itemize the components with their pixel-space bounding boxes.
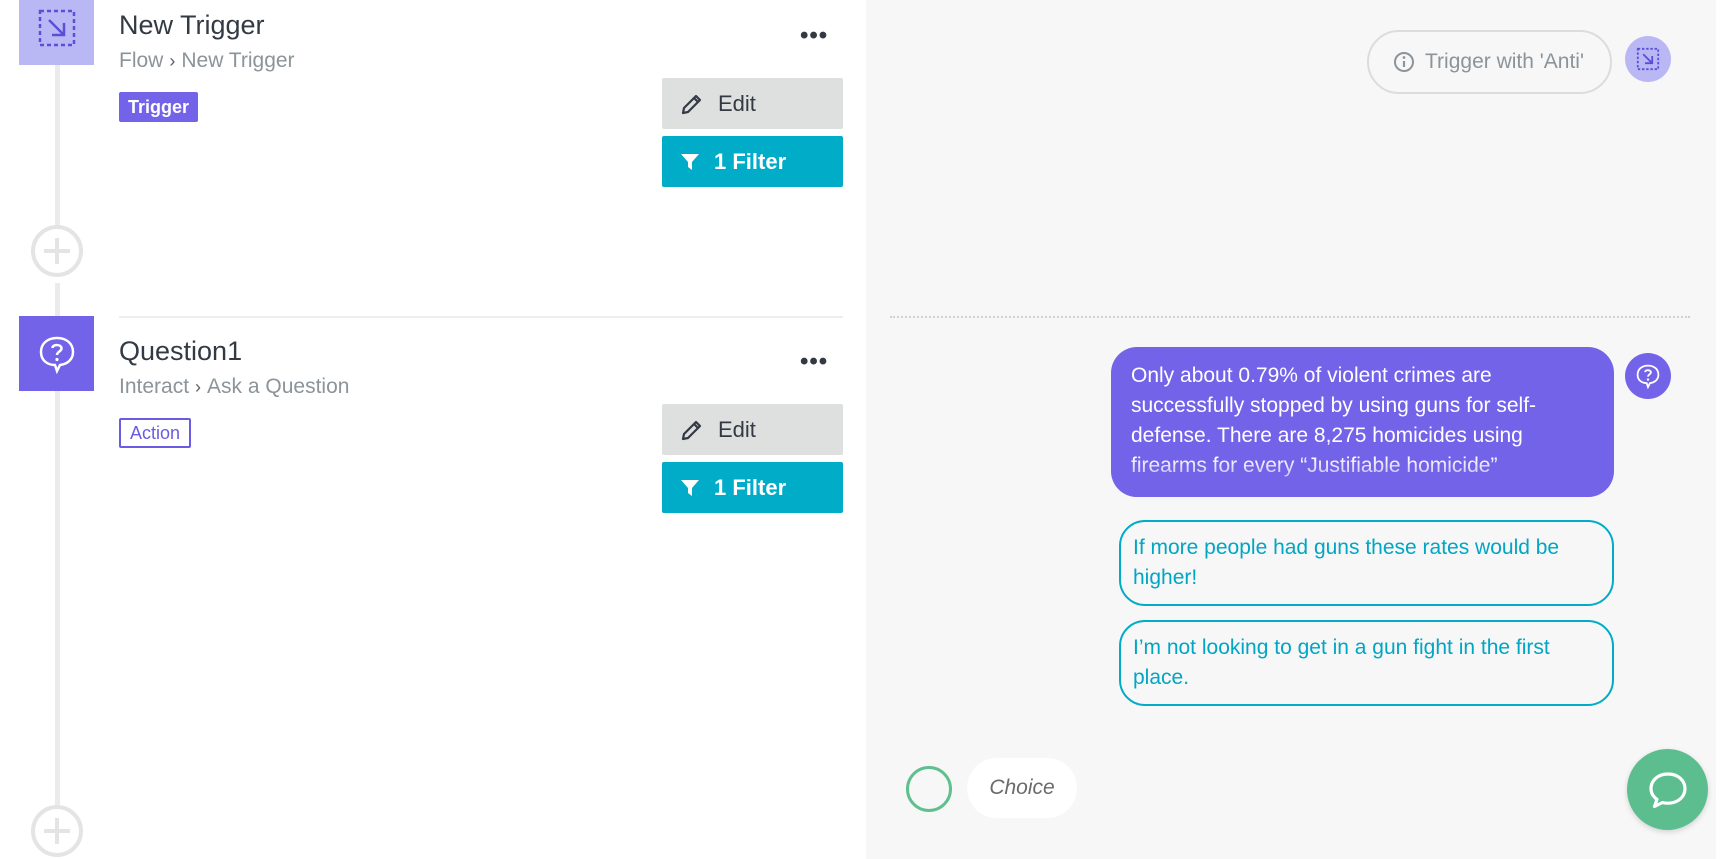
breadcrumb-item: Ask a Question [207, 375, 350, 398]
edit-button[interactable]: Edit [662, 404, 843, 455]
filter-label: 1 Filter [714, 148, 787, 174]
more-options-button[interactable]: ••• [800, 22, 828, 50]
trigger-pill: Trigger with 'Anti' [1367, 30, 1612, 94]
step-title: Question1 [119, 336, 243, 366]
info-icon [1394, 52, 1414, 72]
breadcrumb-item[interactable]: Interact [119, 375, 189, 399]
add-step-icon[interactable] [29, 803, 85, 859]
edit-label: Edit [718, 416, 756, 442]
step-type-badge: Action [119, 418, 192, 448]
add-step-icon[interactable] [29, 223, 85, 279]
breadcrumb-item: New Trigger [181, 49, 295, 72]
filter-button[interactable]: 1 Filter [662, 462, 843, 513]
step-divider [119, 316, 843, 318]
trigger-avatar-icon [1625, 36, 1671, 82]
trigger-pill-label: Trigger with 'Anti' [1425, 50, 1584, 73]
filter-button[interactable]: 1 Filter [662, 136, 843, 187]
scrollbar[interactable] [1716, 0, 1731, 859]
chevron-right-icon: › [195, 376, 202, 397]
breadcrumb: Flow › New Trigger [119, 49, 295, 73]
edit-button[interactable]: Edit [662, 78, 843, 129]
edit-label: Edit [718, 90, 756, 116]
step-type-badge: Trigger [119, 92, 199, 122]
section-separator [890, 316, 1690, 318]
funnel-icon [681, 479, 699, 496]
choice-radio[interactable] [906, 766, 952, 812]
bot-message-bubble: Only about 0.79% of violent crimes are s… [1111, 347, 1614, 497]
choice-input[interactable]: Choice [967, 758, 1077, 818]
pencil-icon [681, 94, 702, 114]
more-options-button[interactable]: ••• [800, 348, 828, 376]
step-title: New Trigger [119, 10, 265, 40]
bubble-fade [1111, 457, 1614, 497]
chat-bubble-icon [1648, 771, 1687, 808]
pencil-icon [681, 420, 702, 440]
filter-label: 1 Filter [714, 474, 787, 500]
trigger-icon[interactable] [19, 0, 94, 65]
funnel-icon [681, 153, 699, 170]
breadcrumb: Interact › Ask a Question [119, 375, 349, 399]
question-avatar-icon [1625, 353, 1671, 399]
flow-connector [55, 390, 60, 805]
choice-option[interactable]: I’m not looking to get in a gun fight in… [1119, 620, 1614, 706]
chevron-right-icon: › [169, 50, 176, 71]
choice-option[interactable]: If more people had guns these rates woul… [1119, 520, 1614, 606]
breadcrumb-item[interactable]: Flow [119, 49, 163, 73]
question-icon[interactable] [19, 316, 94, 391]
flow-editor-panel: New Trigger Flow › New Trigger Trigger •… [0, 0, 866, 859]
flow-connector [55, 65, 60, 225]
chat-button[interactable] [1627, 749, 1708, 830]
